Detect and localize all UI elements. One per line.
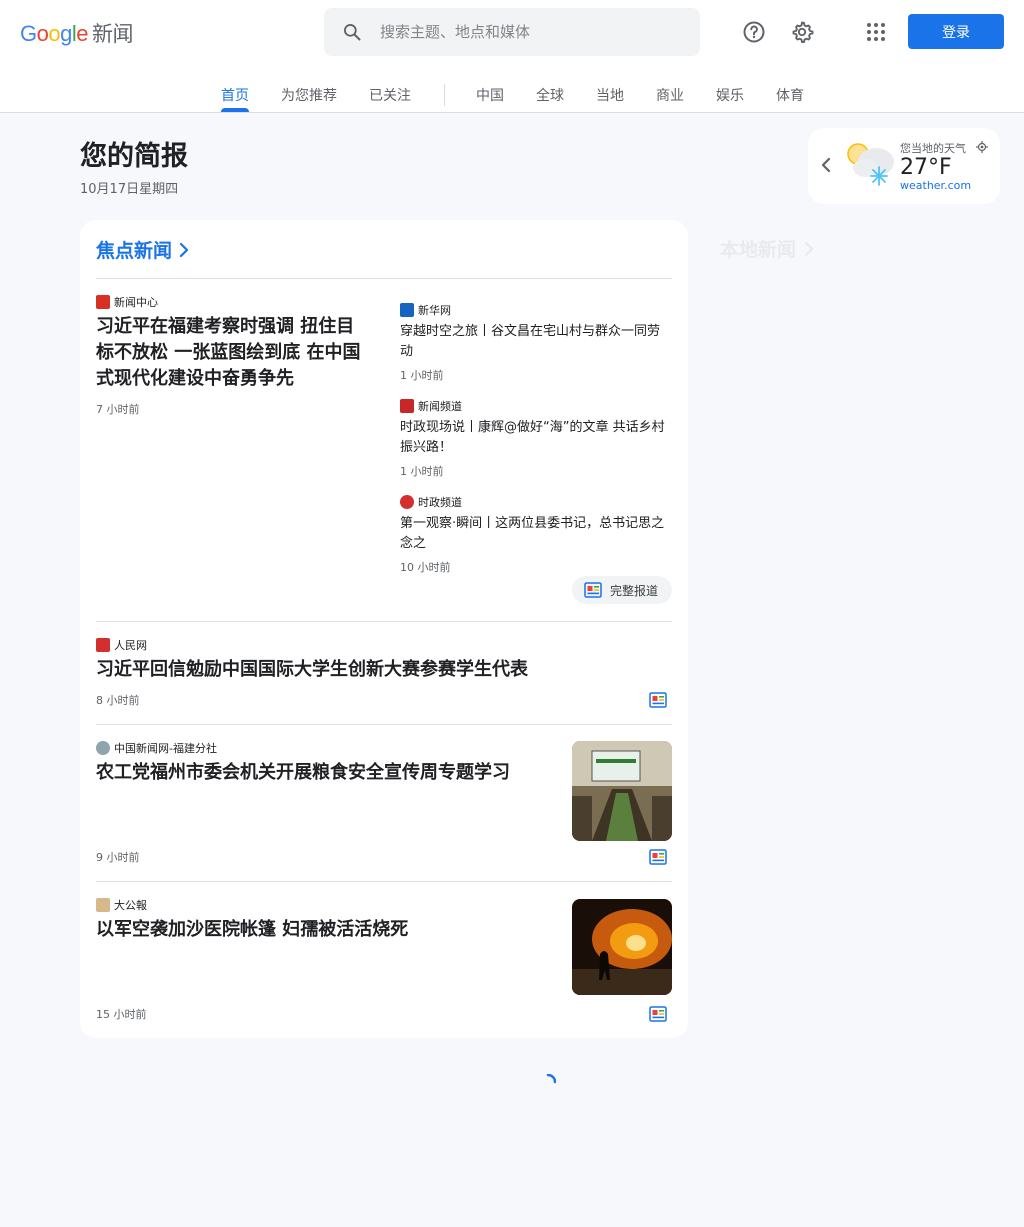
source-label[interactable]: 新闻频道 [400, 398, 462, 414]
timestamp: 1 小时前 [400, 465, 444, 478]
logo-suffix: 新闻 [92, 22, 134, 46]
top-header: Google新闻 登录 首页 为您推荐 已关注 中国 全球 当地 商业 娱乐 体… [0, 0, 1024, 113]
tab-china[interactable]: 中国 [476, 85, 504, 105]
full-coverage-icon[interactable] [649, 849, 667, 865]
politics-channel-logo-icon [400, 495, 414, 509]
related-headline[interactable]: 穿越时空之旅丨谷文昌在宅山村与群众一同劳动 [400, 322, 672, 362]
briefing-date: 10月17日星期四 [80, 182, 179, 197]
news-center-logo-icon [96, 295, 110, 309]
source-label[interactable]: 时政频道 [400, 494, 462, 510]
local-news-header[interactable]: 本地新闻 [720, 235, 816, 262]
help-icon[interactable] [742, 20, 766, 44]
divider [96, 881, 672, 882]
timestamp: 15 小时前 [96, 1008, 147, 1021]
article-thumbnail-fire[interactable] [572, 899, 672, 995]
active-tab-indicator [221, 108, 249, 112]
related-headline[interactable]: 时政现场说丨康辉@做好“海”的文章 共话乡村振兴路！ [400, 418, 672, 458]
tab-for-you[interactable]: 为您推荐 [281, 85, 337, 105]
source-label[interactable]: 新华网 [400, 302, 451, 318]
local-news-title: 本地新闻 [720, 239, 797, 261]
top-stories-card: 焦点新闻 新闻中心 习近平在福建考察时强调 扭住目标不放松 一张蓝图绘到底 在中… [80, 220, 688, 1038]
takungpao-logo-icon [96, 898, 110, 912]
tab-entertainment[interactable]: 娱乐 [716, 85, 744, 105]
timestamp: 7 小时前 [96, 403, 140, 416]
full-coverage-icon[interactable] [649, 692, 667, 708]
news-channel-logo-icon [400, 399, 414, 413]
loading-spinner-icon [546, 1074, 556, 1084]
tab-following[interactable]: 已关注 [369, 85, 411, 105]
weather-source-link[interactable]: weather.com [900, 179, 971, 192]
source-label[interactable]: 大公報 [96, 897, 147, 913]
divider [96, 724, 672, 725]
top-stories-header[interactable]: 焦点新闻 [96, 236, 190, 263]
timestamp: 8 小时前 [96, 694, 140, 707]
tab-divider [444, 84, 445, 106]
location-icon [976, 141, 988, 153]
full-coverage-icon [584, 582, 602, 598]
tab-business[interactable]: 商业 [656, 85, 684, 105]
chinanews-logo-icon [96, 741, 110, 755]
xinhua-logo-icon [400, 303, 414, 317]
search-input[interactable] [380, 20, 680, 44]
google-news-logo[interactable]: Google 新闻 [20, 18, 134, 48]
sign-in-button[interactable]: 登录 [908, 14, 1004, 49]
weather-cloudy-snow-icon [847, 143, 894, 186]
top-stories-title: 焦点新闻 [96, 240, 173, 262]
lead-headline[interactable]: 习近平在福建考察时强调 扭住目标不放松 一张蓝图绘到底 在中国式现代化建设中奋勇… [96, 314, 372, 392]
tab-local[interactable]: 当地 [596, 85, 624, 105]
timestamp: 1 小时前 [400, 369, 444, 382]
chevron-right-icon [804, 241, 814, 256]
related-headline[interactable]: 第一观察·瞬间丨这两位县委书记，总书记思之念之 [400, 514, 672, 554]
weather-widget[interactable]: 您当地的天气 27°F weather.com [808, 128, 1000, 204]
tab-world[interactable]: 全球 [536, 85, 564, 105]
full-coverage-icon[interactable] [649, 1006, 667, 1022]
tab-home[interactable]: 首页 [221, 85, 249, 105]
article-headline[interactable]: 农工党福州市委会机关开展粮食安全宣传周专题学习 [96, 760, 560, 786]
chevron-left-icon[interactable] [820, 156, 832, 174]
tab-sports[interactable]: 体育 [776, 85, 804, 105]
full-coverage-button[interactable]: 完整报道 [572, 576, 672, 604]
nav-tabs: 首页 为您推荐 已关注 中国 全球 当地 商业 娱乐 体育 [0, 80, 1024, 112]
source-label[interactable]: 人民网 [96, 637, 147, 653]
weather-temperature: 27°F [900, 155, 952, 180]
settings-gear-icon[interactable] [790, 20, 814, 44]
article-headline[interactable]: 以军空袭加沙医院帐篷 妇孺被活活烧死 [96, 917, 560, 943]
weather-label: 您当地的天气 [900, 142, 966, 155]
timestamp: 9 小时前 [96, 851, 140, 864]
timestamp: 10 小时前 [400, 561, 451, 574]
article-thumbnail-meeting[interactable] [572, 741, 672, 841]
page-title: 您的简报 [80, 141, 188, 172]
chevron-right-icon [179, 242, 189, 257]
apps-grid-icon[interactable] [864, 20, 888, 44]
article-headline[interactable]: 习近平回信勉励中国国际大学生创新大赛参赛学生代表 [96, 657, 656, 683]
source-label[interactable]: 中国新闻网-福建分社 [96, 740, 217, 756]
divider [96, 278, 672, 279]
search-icon[interactable] [342, 22, 362, 42]
search-box[interactable] [324, 8, 700, 56]
source-label[interactable]: 新闻中心 [96, 294, 158, 310]
divider [96, 621, 672, 622]
peoples-daily-logo-icon [96, 638, 110, 652]
